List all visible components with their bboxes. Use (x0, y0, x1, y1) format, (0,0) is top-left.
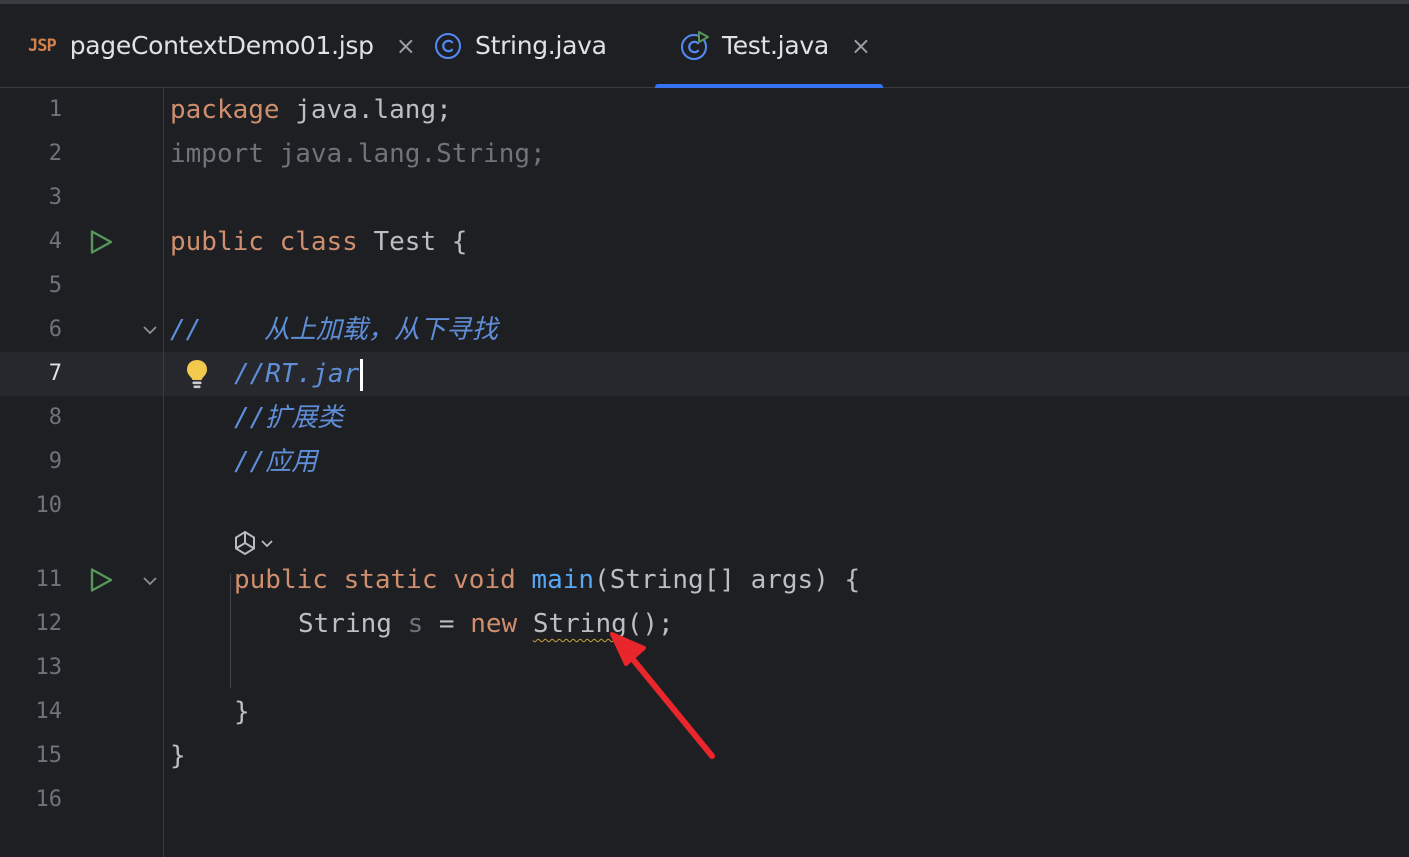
code-line-7: //RT.jar (234, 352, 364, 396)
fold-icon[interactable] (140, 320, 160, 340)
java-class-run-icon (681, 30, 709, 60)
code-text: (String[] args) { (594, 565, 861, 595)
line-number-current: 7 (48, 361, 62, 386)
indent-guide (230, 574, 231, 688)
code-text: Test { (357, 227, 468, 257)
close-icon[interactable]: × (851, 32, 871, 60)
code-line-2: import java.lang.String; (170, 139, 546, 169)
code-line-11: public static void main(String[] args) { (234, 558, 860, 602)
code-line-4: public class Test { (170, 220, 467, 264)
code-text: java.lang; (279, 95, 452, 125)
warning-constructor[interactable]: String (533, 609, 627, 639)
ai-hint-icon[interactable] (232, 529, 278, 557)
code-editor[interactable]: 1 2 3 4 5 6 7 8 9 10 11 12 13 14 15 16 p… (0, 88, 1409, 857)
variable: s (407, 609, 424, 639)
line-number: 6 (48, 317, 62, 342)
tab-label: Test.java (722, 31, 829, 60)
keyword: package (170, 95, 280, 125)
line-number: 12 (35, 611, 63, 636)
keyword: new (470, 609, 518, 639)
jsp-file-icon: JSP (28, 35, 57, 56)
code-line-14: } (234, 697, 250, 727)
line-number: 9 (48, 449, 62, 474)
line-number: 3 (48, 185, 62, 210)
editor-tab-bar: JSP pageContextDemo01.jsp × String.java … (0, 4, 1409, 90)
intention-bulb-icon[interactable] (184, 358, 210, 390)
line-number: 10 (35, 493, 63, 518)
line-number: 5 (48, 273, 62, 298)
operator: = (423, 609, 471, 639)
code-text: (); (626, 609, 674, 639)
tab-test-java[interactable]: Test.java × (680, 4, 871, 87)
keyword: public class (170, 227, 358, 257)
code-line-15: } (170, 741, 186, 771)
method-name: main (531, 565, 595, 595)
line-number: 1 (48, 97, 62, 122)
line-number: 13 (35, 655, 63, 680)
code-line-9: //应用 (234, 447, 318, 477)
code-line-12: String s = new String(); (298, 602, 674, 646)
line-number: 11 (35, 567, 63, 592)
type-name: String (298, 609, 392, 639)
line-number: 4 (48, 229, 62, 254)
fold-icon[interactable] (140, 571, 160, 591)
tab-label: String.java (475, 31, 607, 60)
line-number: 2 (48, 141, 62, 166)
java-class-icon (435, 32, 461, 59)
code-line-6: // 从上加载，从下寻找 (170, 315, 498, 345)
line-number: 16 (35, 787, 63, 812)
current-line-highlight (0, 352, 1409, 396)
comment: //RT.jar (234, 359, 360, 389)
line-number: 14 (35, 699, 63, 724)
tab-pagecontextdemo01-jsp[interactable]: JSP pageContextDemo01.jsp × (28, 4, 416, 87)
line-number: 8 (48, 405, 62, 430)
run-gutter-icon[interactable] (88, 229, 114, 255)
line-number: 15 (35, 743, 63, 768)
text-caret (360, 358, 364, 391)
tab-label: pageContextDemo01.jsp (69, 31, 374, 60)
gutter-separator (163, 88, 164, 857)
run-gutter-icon[interactable] (88, 567, 114, 593)
code-line-8: //扩展类 (234, 403, 344, 433)
keyword: public static void (234, 565, 516, 595)
tab-string-java[interactable]: String.java (434, 4, 607, 87)
code-line-1: package java.lang; (170, 88, 452, 132)
close-icon[interactable]: × (396, 32, 416, 60)
